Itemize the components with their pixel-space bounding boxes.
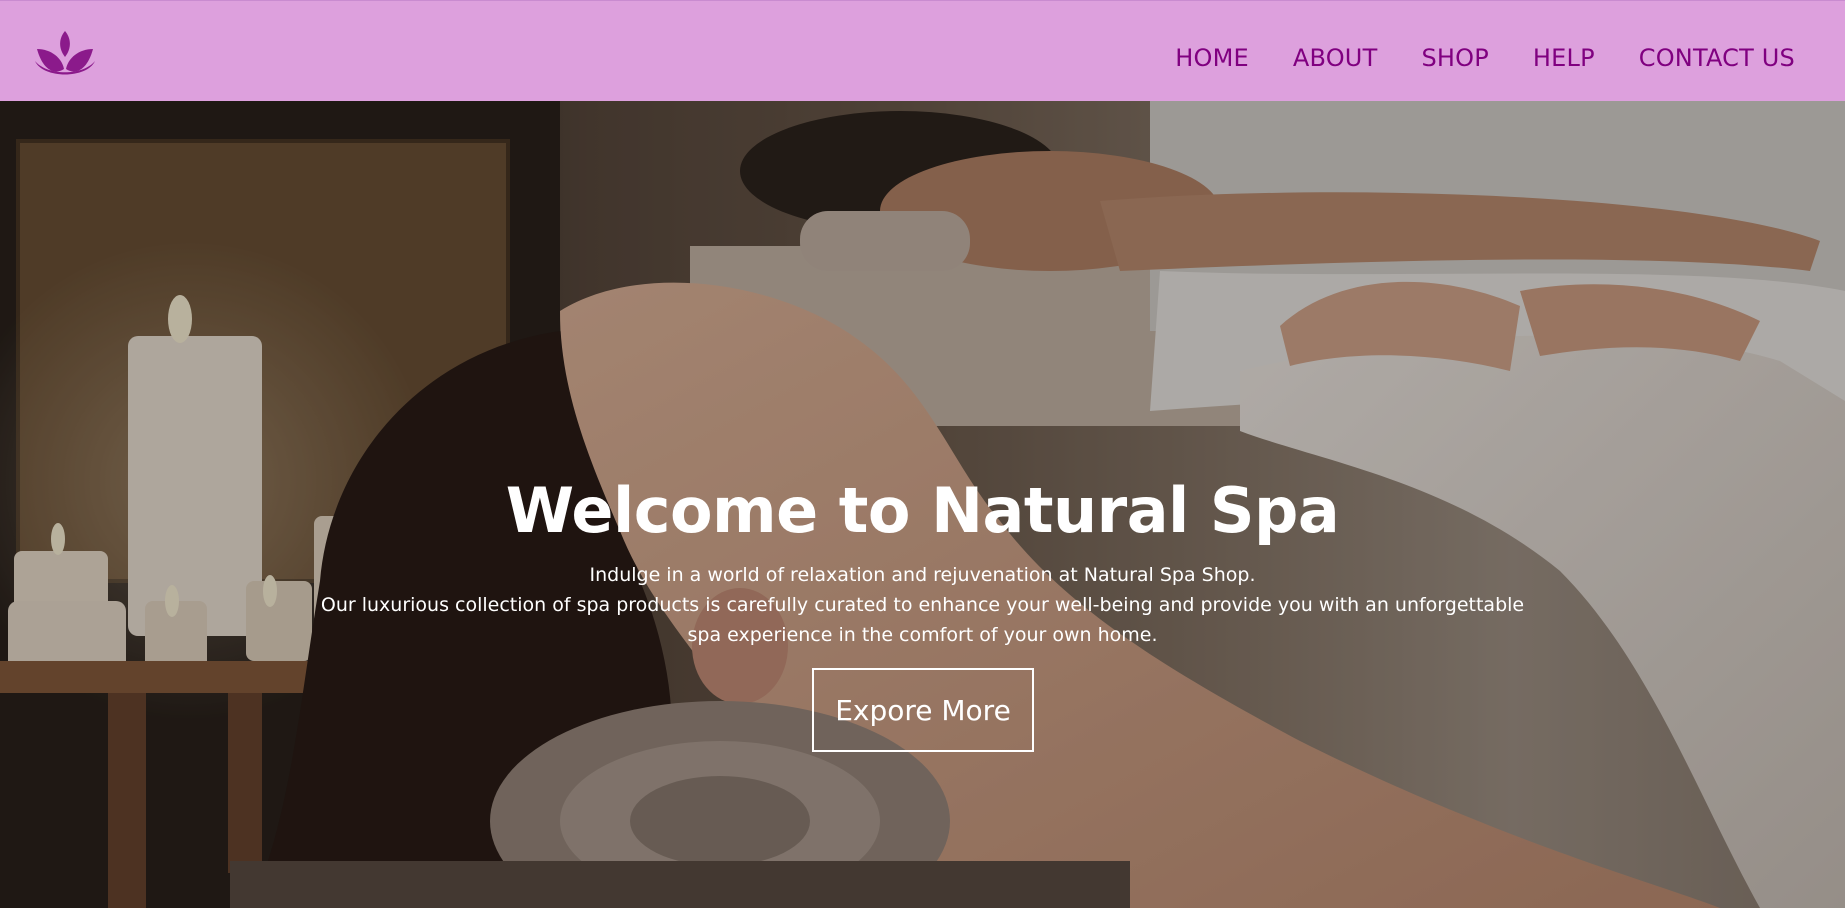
hero-description-line-3: spa experience in the comfort of your ow… — [687, 624, 1158, 646]
nav-home-link[interactable]: HOME — [1175, 44, 1249, 72]
hero-description-line-1: Indulge in a world of relaxation and rej… — [589, 564, 1256, 586]
nav-about-link[interactable]: ABOUT — [1293, 44, 1378, 72]
hero-section: Welcome to Natural Spa Indulge in a worl… — [0, 101, 1845, 908]
lotus-icon[interactable] — [33, 29, 97, 81]
nav-contact-us-link[interactable]: CONTACT US — [1639, 44, 1795, 72]
main-nav: HOME ABOUT SHOP HELP CONTACT US — [1175, 1, 1795, 102]
hero-title: Welcome to Natural Spa — [505, 474, 1340, 547]
nav-shop-link[interactable]: SHOP — [1421, 44, 1488, 72]
navbar: HOME ABOUT SHOP HELP CONTACT US — [0, 0, 1845, 101]
nav-help-link[interactable]: HELP — [1533, 44, 1595, 72]
explore-more-button[interactable]: Expore More — [812, 668, 1034, 752]
hero-content: Welcome to Natural Spa Indulge in a worl… — [0, 101, 1845, 908]
hero-description-line-2: Our luxurious collection of spa products… — [320, 594, 1525, 616]
